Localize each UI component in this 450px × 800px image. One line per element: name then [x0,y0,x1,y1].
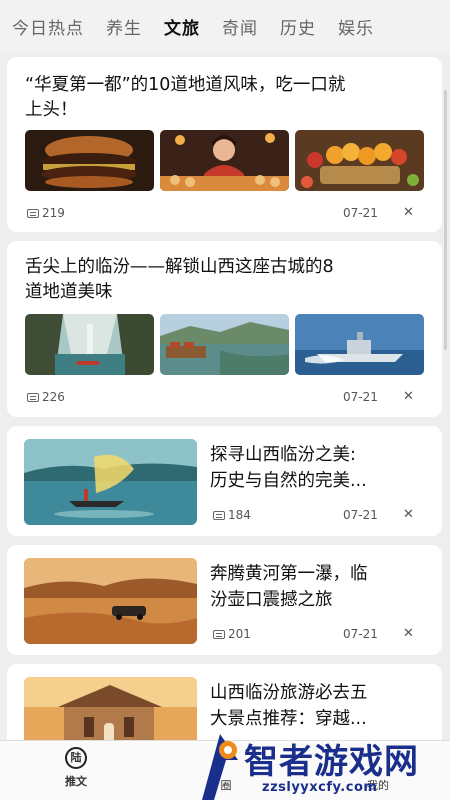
watermark: 智者游戏网 zzslyyxcfy.com [190,730,450,800]
comment-count: 226 [27,390,65,404]
thumbnail-river-town [160,314,289,375]
nav-home[interactable]: 陆 推文 [58,747,94,789]
watermark-url: zzslyyxcfy.com [262,780,378,795]
close-icon[interactable]: ✕ [403,389,414,404]
home-icon: 陆 [65,747,87,769]
publish-date: 07-21 [343,390,378,404]
thumbnail-market-girl [160,130,289,191]
article-title[interactable]: 探寻山西临汾之美: 历史与自然的完美... [210,442,435,494]
tab-culture-travel[interactable]: 文旅 [164,14,200,39]
publish-date: 07-21 [343,627,378,641]
comment-icon [27,392,39,402]
article-title[interactable]: “华夏第一都”的10道地道风味，吃一口就 上头！ [25,73,435,123]
article-title[interactable]: 山西临汾旅游必去五 大景点推荐：穿越... [210,680,435,732]
close-icon[interactable]: ✕ [403,626,414,641]
comment-count: 219 [27,206,65,220]
thumbnail-canyon-river [25,314,154,375]
article-card[interactable]: 舌尖上的临汾——解锁山西这座古城的8 道地道美味 226 07-21 ✕ [7,241,442,417]
comment-count: 184 [213,508,251,522]
thumbnail-desert-car [24,558,197,644]
comment-count: 201 [213,627,251,641]
thumbnail-fruit-basket [295,130,424,191]
tab-entertainment[interactable]: 娱乐 [338,14,374,39]
thumbnail-burger [25,130,154,191]
comment-icon [213,629,225,639]
article-title[interactable]: 奔腾黄河第一瀑，临 汾壶口震撼之旅 [210,561,435,613]
comment-icon [213,510,225,520]
article-card[interactable]: “华夏第一都”的10道地道风味，吃一口就 上头！ 219 07-21 ✕ [7,57,442,232]
scrollbar[interactable] [444,90,447,350]
article-card[interactable]: 奔腾黄河第一瀑，临 汾壶口震撼之旅 201 07-21 ✕ [7,545,442,655]
publish-date: 07-21 [343,206,378,220]
article-card[interactable]: 探寻山西临汾之美: 历史与自然的完美... 184 07-21 ✕ [7,426,442,536]
thumbnail-warship [295,314,424,375]
tab-health[interactable]: 养生 [106,14,142,39]
tab-oddities[interactable]: 奇闻 [222,14,258,39]
comment-icon [27,208,39,218]
tab-today-hot[interactable]: 今日热点 [12,14,84,39]
tab-history[interactable]: 历史 [280,14,316,39]
watermark-text: 智者游戏网 [244,742,419,782]
close-icon[interactable]: ✕ [403,507,414,522]
thumbnail-fisherman-lake [24,439,197,525]
nav-home-label: 推文 [65,775,87,788]
publish-date: 07-21 [343,508,378,522]
article-thumbnails [25,314,424,375]
watermark-logo-icon [202,734,238,800]
close-icon[interactable]: ✕ [403,205,414,220]
article-title[interactable]: 舌尖上的临汾——解锁山西这座古城的8 道地道美味 [25,255,435,305]
category-tab-bar: 今日热点 养生 文旅 奇闻 历史 娱乐 [0,0,450,52]
article-thumbnails [25,130,424,191]
